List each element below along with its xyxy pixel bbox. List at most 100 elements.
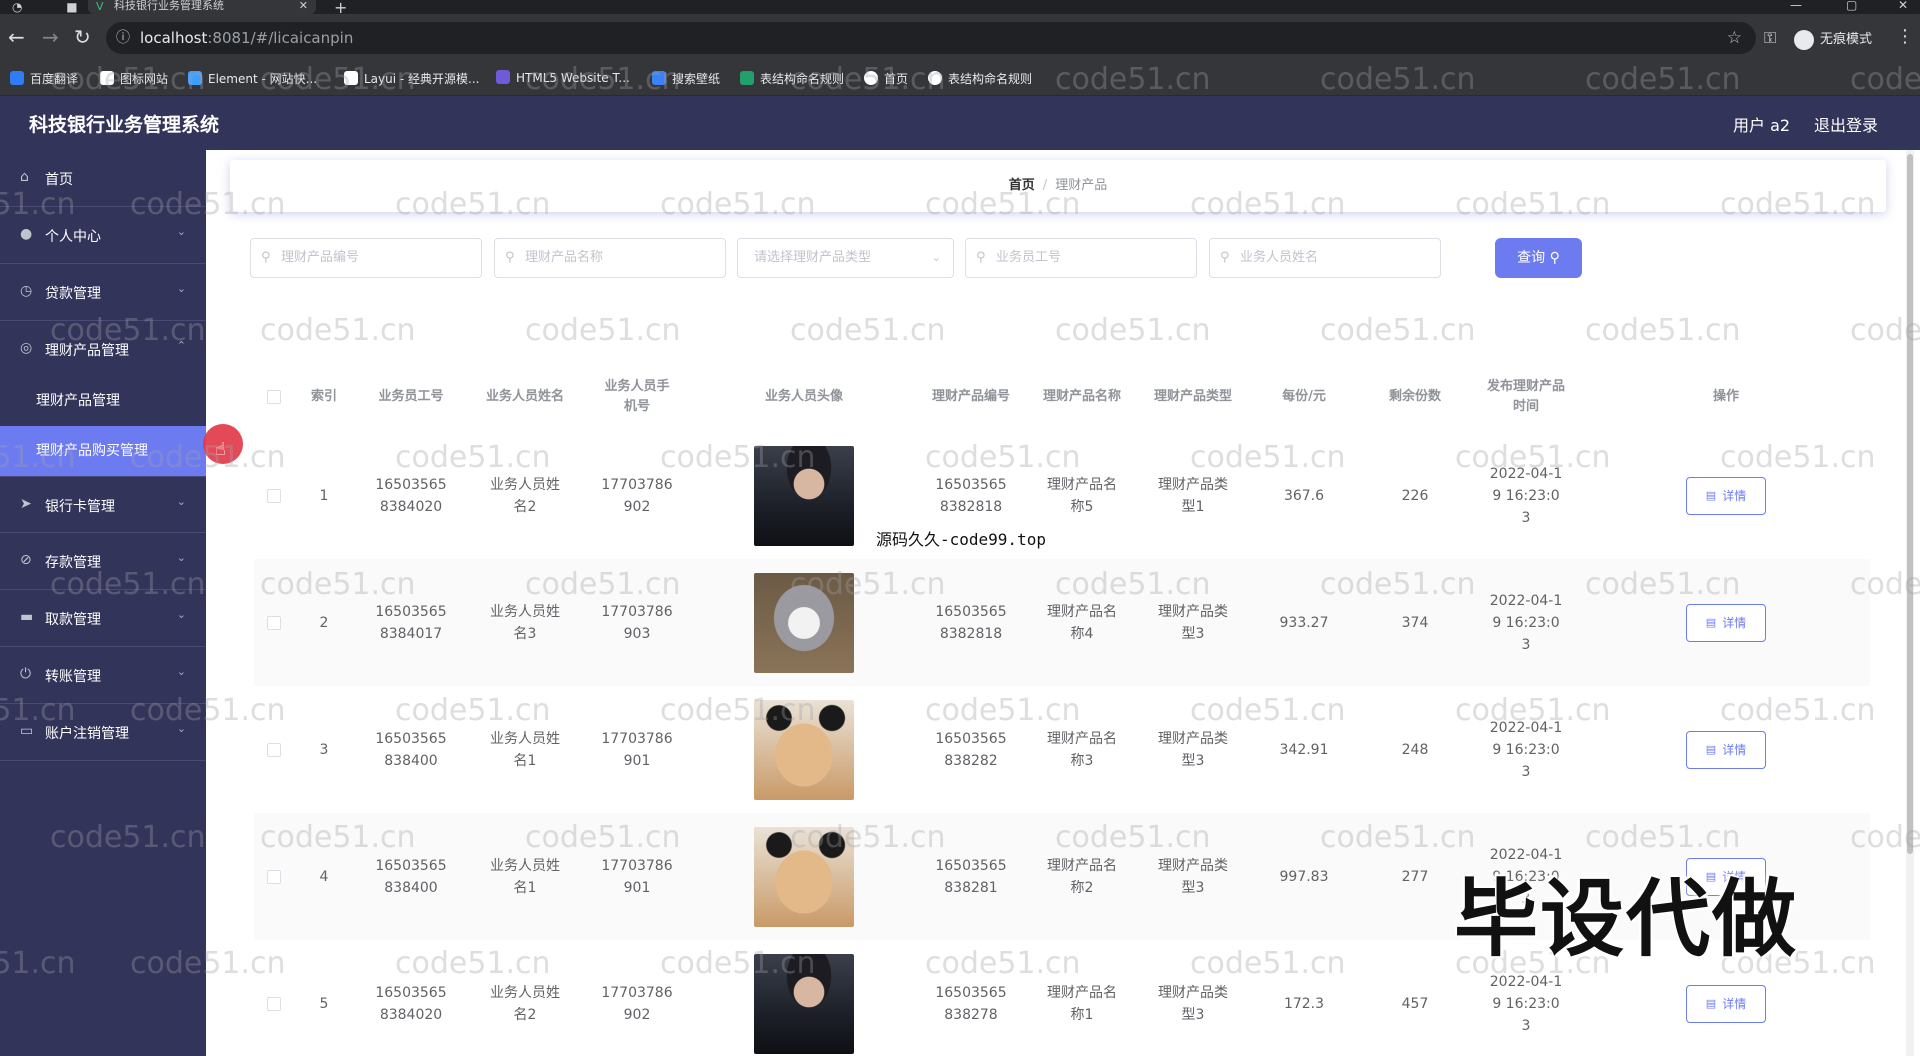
bookmark-item[interactable]: 图标网站 — [100, 70, 168, 87]
cell-price: 933.27 — [1279, 614, 1329, 631]
cell-staff-no: 165035658384020 — [375, 476, 447, 515]
browser-profile-icon[interactable]: ◔ ■ — [12, 0, 98, 14]
bookmark-item[interactable]: 百度翻译 — [10, 70, 78, 87]
bookmark-favicon-icon — [188, 71, 202, 85]
bookmark-item[interactable]: Element - 网站快... — [188, 70, 317, 87]
user-icon: ● — [20, 226, 33, 242]
sidebar-item-label: 理财产品管理 — [45, 343, 129, 359]
avatar-cell — [692, 559, 916, 686]
staff-avatar[interactable] — [754, 445, 854, 546]
detail-button[interactable]: ▤ 详情 — [1686, 603, 1766, 642]
bookmark-item[interactable]: 表结构命名规则 — [928, 70, 1032, 87]
sidebar-item-personal[interactable]: ● 个人中心 ⌄ — [0, 207, 206, 264]
action-cell: ▤ 详情 — [1582, 686, 1870, 813]
page-scrollbar[interactable] — [1906, 150, 1914, 1056]
site-info-icon[interactable]: ⓘ — [116, 22, 130, 54]
staff-avatar[interactable] — [754, 572, 854, 673]
browser-menu-icon[interactable]: ⋮ — [1896, 26, 1914, 47]
row-checkbox[interactable] — [267, 869, 281, 884]
sidebar-subitem-product-buy[interactable]: 理财产品购买管理 — [0, 426, 206, 476]
query-button[interactable]: 查询 ⚲ — [1495, 238, 1582, 278]
logout-link[interactable]: 退出登录 — [1814, 112, 1878, 136]
bookmark-favicon-icon — [928, 71, 942, 85]
back-icon[interactable]: ← — [8, 26, 25, 48]
cell-product-no: 16503565838282 — [935, 730, 1007, 769]
sidebar-item-closing[interactable]: ▭ 账户注销管理 ⌄ — [0, 704, 206, 761]
bookmark-favicon-icon — [652, 71, 666, 85]
sidebar-item-deposit[interactable]: ⊘ 存款管理 ⌄ — [0, 533, 206, 590]
chevron-down-icon: ⌄ — [176, 225, 186, 238]
table-row[interactable]: 2 165035658384017 业务人员姓名3 17703786903 165035… — [254, 559, 1870, 686]
staff-no-input[interactable]: ⚲ 业务员工号 — [965, 238, 1197, 278]
product-name-input[interactable]: ⚲ 理财产品名称 — [494, 238, 726, 278]
app-header: 科技银行业务管理系统 用户 a2 退出登录 — [0, 96, 1920, 150]
staff-avatar[interactable] — [754, 953, 854, 1054]
product-type-select[interactable]: 请选择理财产品类型 ⌄ — [737, 238, 954, 278]
sidebar-item-withdraw[interactable]: ▬ 取款管理 ⌄ — [0, 590, 206, 647]
bookmark-label: 表结构命名规则 — [760, 72, 845, 86]
row-select-cell — [254, 432, 294, 559]
cell-staff-no: 16503565838400 — [375, 730, 447, 769]
search-icon: ⚲ — [505, 250, 515, 265]
sidebar: ⌂ 首页 ● 个人中心 ⌄ ◷ 贷款管理 ⌄ ◎ 理财产品管理 ⌃ 理财产品管理… — [0, 150, 206, 1056]
key-icon[interactable]: ⚿ — [1764, 28, 1776, 48]
deposit-icon: ⊘ — [20, 552, 32, 568]
row-checkbox[interactable] — [267, 996, 281, 1011]
bookmark-star-icon[interactable]: ☆ — [1727, 22, 1742, 54]
cell-product-no: 165035658382818 — [935, 603, 1007, 642]
product-no-input[interactable]: ⚲ 理财产品编号 — [250, 238, 482, 278]
cell-product-type: 理财产品类型3 — [1158, 857, 1228, 896]
cell-index: 1 — [319, 487, 329, 504]
scrollbar-thumb[interactable] — [1907, 154, 1913, 854]
col-product-name: 理财产品名称 — [1042, 389, 1121, 404]
bookmark-item[interactable]: Layui - 经典开源模... — [344, 70, 479, 87]
window-maximize-icon[interactable]: ▢ — [1846, 0, 1857, 12]
breadcrumb-home[interactable]: 首页 — [1009, 178, 1035, 193]
sidebar-item-transfer[interactable]: ⏻ 转账管理 ⌄ — [0, 647, 206, 704]
table-row[interactable]: 3 16503565838400 业务人员姓名1 17703786901 1650356… — [254, 686, 1870, 813]
url-path: :8081/#/licaicanpin — [207, 29, 354, 47]
detail-button[interactable]: ▤ 详情 — [1686, 730, 1766, 769]
bookmark-item[interactable]: HTML5 Website T... — [496, 70, 630, 85]
staff-name-placeholder: 业务人员姓名 — [1240, 250, 1319, 265]
cell-price: 367.6 — [1283, 487, 1325, 504]
row-checkbox[interactable] — [267, 488, 281, 503]
sidebar-item-card[interactable]: ➤ 银行卡管理 ⌄ — [0, 476, 206, 533]
window-close-icon[interactable]: ✕ — [1898, 0, 1908, 12]
staff-avatar[interactable] — [754, 826, 854, 927]
incognito-indicator[interactable]: 无痕模式 — [1794, 28, 1872, 50]
cell-product-no: 16503565838281 — [935, 857, 1007, 896]
forward-icon[interactable]: → — [42, 26, 59, 48]
sidebar-item-label: 首页 — [45, 172, 73, 188]
sidebar-item-loan[interactable]: ◷ 贷款管理 ⌄ — [0, 264, 206, 321]
col-product-type: 理财产品类型 — [1153, 389, 1232, 404]
browser-tab[interactable]: V 科技银行业务管理系统 ✕ — [88, 0, 316, 14]
staff-avatar[interactable] — [754, 699, 854, 800]
row-checkbox[interactable] — [267, 615, 281, 630]
bookmark-item[interactable]: 表结构命名规则 — [740, 70, 844, 87]
bookmark-favicon-icon — [496, 70, 510, 84]
current-user: 用户 a2 — [1733, 116, 1791, 135]
row-checkbox[interactable] — [267, 742, 281, 757]
bookmark-item[interactable]: 搜索壁纸 — [652, 70, 720, 87]
select-all-checkbox[interactable] — [267, 390, 281, 404]
sidebar-item-home[interactable]: ⌂ 首页 — [0, 150, 206, 207]
detail-button[interactable]: ▤ 详情 — [1686, 984, 1766, 1023]
bookmark-favicon-icon — [100, 71, 114, 85]
cell-remaining: 226 — [1401, 487, 1429, 504]
breadcrumb-separator: / — [1042, 178, 1048, 193]
staff-name-input[interactable]: ⚲ 业务人员姓名 — [1209, 238, 1441, 278]
sidebar-item-product[interactable]: ◎ 理财产品管理 ⌃ — [0, 321, 206, 378]
detail-button[interactable]: ▤ 详情 — [1686, 476, 1766, 515]
chat-icon: ▬ — [20, 609, 34, 625]
window-minimize-icon[interactable]: — — [1790, 0, 1802, 12]
bookmark-item[interactable]: 首页 — [864, 70, 908, 87]
sidebar-subitem-product-manage[interactable]: 理财产品管理 — [0, 376, 206, 426]
table-row[interactable]: 1 165035658384020 业务人员姓名2 17703786902 165035… — [254, 432, 1870, 559]
url-host: localhost — [140, 29, 208, 47]
reload-icon[interactable]: ↻ — [74, 26, 91, 48]
url-field[interactable]: ⓘ localhost:8081/#/licaicanpin ☆ — [106, 22, 1756, 54]
tab-close-icon[interactable]: ✕ — [299, 0, 308, 11]
cell-product-name: 理财产品名称3 — [1047, 730, 1117, 769]
document-icon: ▤ — [1705, 742, 1717, 756]
